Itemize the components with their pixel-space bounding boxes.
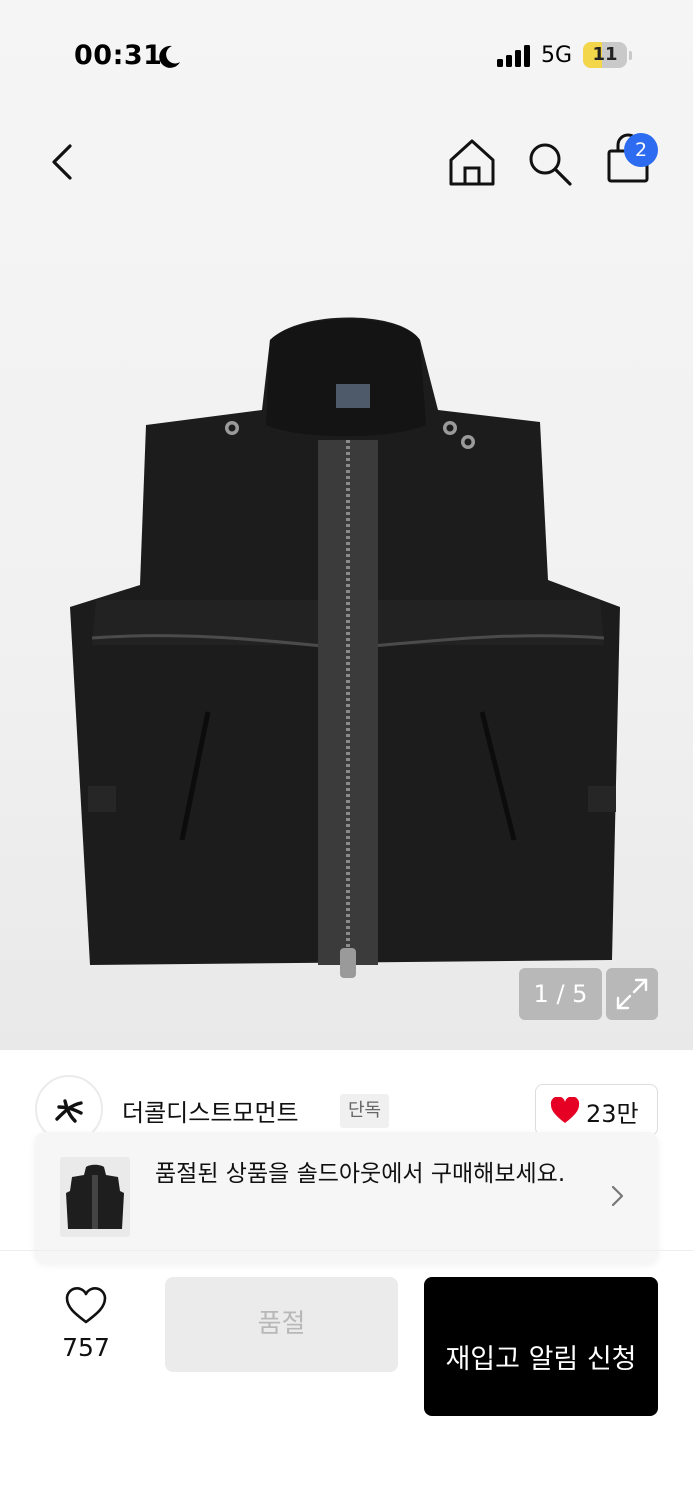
status-time: 00:31 (74, 40, 163, 71)
product-gallery[interactable] (0, 0, 693, 1050)
battery-level: 11 (592, 44, 618, 65)
home-button[interactable] (446, 136, 498, 188)
wishlist-count: 757 (62, 1333, 110, 1362)
image-counter: 1 / 5 (519, 968, 602, 1020)
divider (0, 1250, 693, 1251)
soldout-message: 품절된 상품을 솔드아웃에서 구매해보세요. (155, 1161, 566, 1187)
expand-image-button[interactable] (606, 968, 658, 1020)
soldout-thumbnail (60, 1157, 130, 1237)
soldout-button: 품절 (165, 1277, 398, 1372)
network-type: 5G (541, 43, 573, 68)
expand-icon (616, 978, 648, 1010)
heart-filled-icon (550, 1097, 580, 1123)
heart-outline-icon (65, 1287, 107, 1324)
restock-alert-button[interactable]: 재입고 알림 신청 (424, 1277, 658, 1416)
battery-indicator: 11 (583, 42, 627, 68)
status-bar: 00:31 5G 11 (0, 0, 693, 110)
search-button[interactable] (524, 138, 574, 188)
home-icon (449, 139, 495, 186)
product-image (70, 317, 620, 978)
brand-like-count: 23만 (586, 1100, 639, 1128)
cart-count-badge: 2 (624, 133, 658, 167)
moon-icon (156, 44, 182, 74)
battery-cap (629, 51, 632, 60)
back-button[interactable] (40, 140, 84, 184)
signal-icon (497, 45, 533, 71)
exclusive-tag: 단독 (340, 1094, 390, 1128)
chevron-right-icon (607, 1183, 627, 1213)
back-chevron-icon (52, 144, 72, 180)
brand-name[interactable]: 더콜디스트모먼트 (122, 1093, 299, 1128)
search-icon (529, 143, 572, 186)
